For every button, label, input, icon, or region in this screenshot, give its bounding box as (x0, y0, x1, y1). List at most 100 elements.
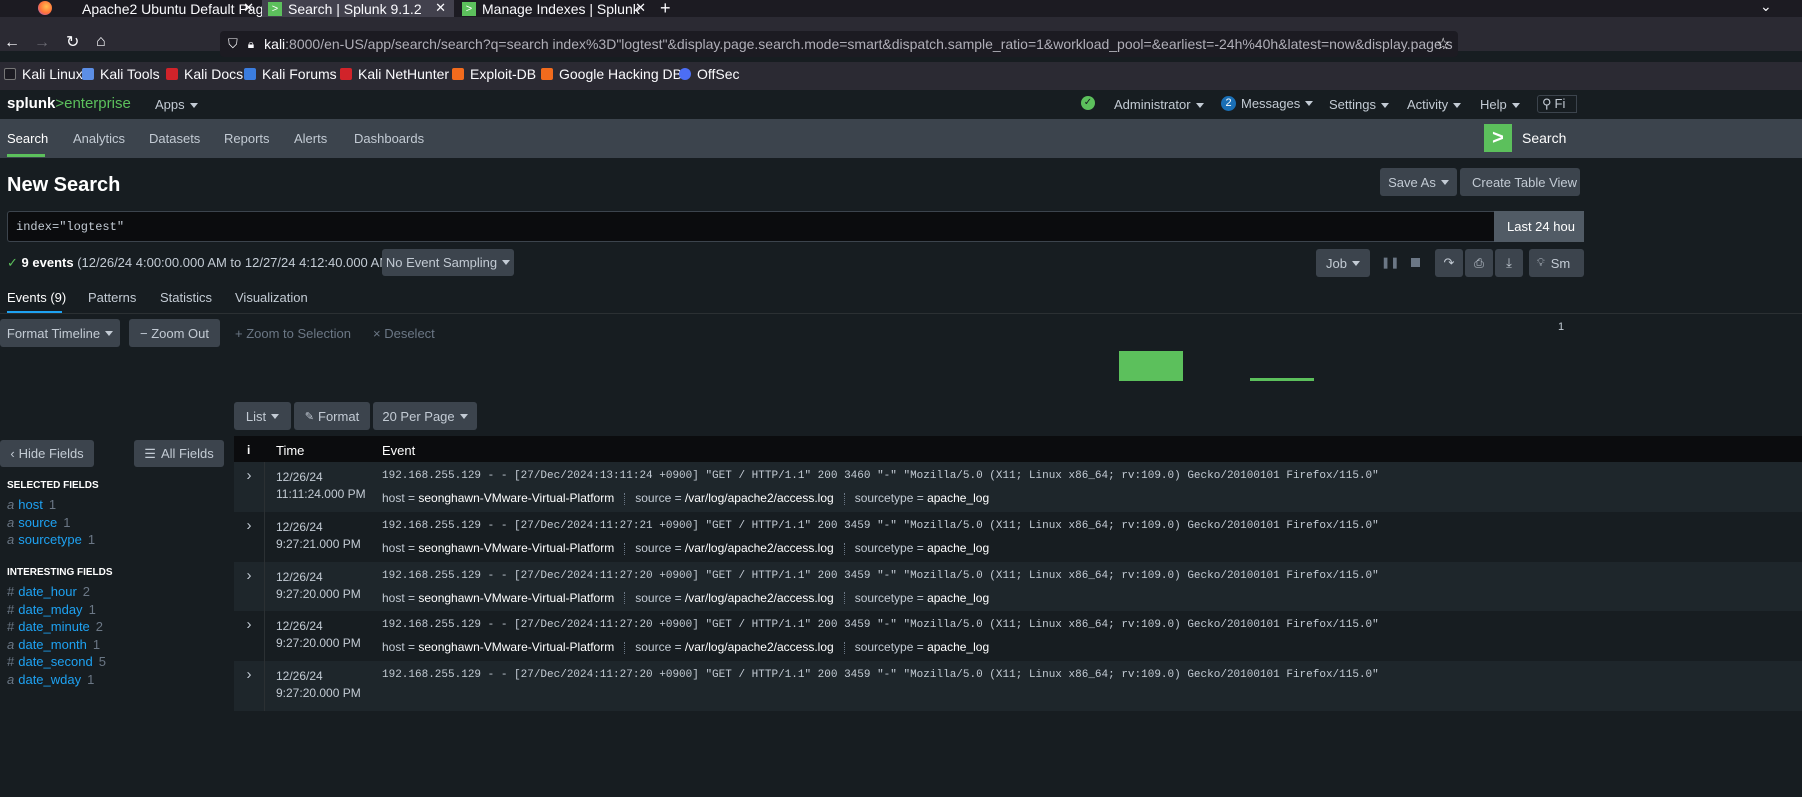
per-page-dropdown[interactable]: 20 Per Page (373, 402, 477, 430)
bookmark-kali-tools[interactable]: Kali Tools (82, 66, 160, 82)
field-item[interactable]: # date_minute 2 (7, 619, 103, 634)
field-item[interactable]: a date_wday 1 (7, 672, 94, 687)
user-menu[interactable]: Administrator (1114, 97, 1204, 112)
browser-tab-indexes[interactable]: > Manage Indexes | Splunk ✕ (456, 0, 654, 17)
field-name[interactable]: date_minute (18, 619, 90, 634)
time-range-picker[interactable]: Last 24 hou (1494, 211, 1584, 242)
zoom-to-selection-button[interactable]: + Zoom to Selection (235, 326, 351, 341)
field-name[interactable]: source (18, 515, 57, 530)
tab-list-chevron-icon[interactable]: ⌄ (1760, 0, 1772, 15)
bookmark-star-icon[interactable]: ☆ (1436, 34, 1450, 54)
deselect-button[interactable]: × Deselect (373, 326, 435, 341)
column-header-event[interactable]: Event (382, 443, 415, 458)
browser-tab-apache[interactable]: Apache2 Ubuntu Default Pag ✕ (62, 0, 262, 17)
tab-reports[interactable]: Reports (224, 131, 270, 146)
bookmark-kali-nethunter[interactable]: Kali NetHunter (340, 66, 449, 82)
tab-analytics[interactable]: Analytics (73, 131, 125, 146)
splunk-logo[interactable]: splunk>enterprise (7, 95, 131, 112)
tab-visualization[interactable]: Visualization (235, 290, 308, 305)
tab-dashboards[interactable]: Dashboards (354, 131, 424, 146)
url-bar[interactable]: ⛉ 🔒︎ kali:8000/en-US/app/search/search?q… (220, 31, 1458, 57)
field-item[interactable]: # date_mday 1 (7, 602, 96, 617)
help-menu[interactable]: Help (1480, 97, 1520, 112)
find-search[interactable]: ⚲ Fi (1537, 95, 1577, 113)
field-item[interactable]: a source 1 (7, 515, 71, 530)
hide-fields-button[interactable]: ‹ Hide Fields (0, 440, 94, 467)
bookmark-kali-docs[interactable]: Kali Docs (166, 66, 243, 82)
field-name[interactable]: date_wday (18, 672, 81, 687)
close-icon[interactable]: ✕ (243, 0, 254, 16)
share-button[interactable]: ↷ (1435, 249, 1463, 277)
meta-value[interactable]: /var/log/apache2/access.log (685, 541, 834, 555)
tab-datasets[interactable]: Datasets (149, 131, 200, 146)
meta-value[interactable]: /var/log/apache2/access.log (685, 640, 834, 654)
meta-value[interactable]: seonghawn-VMware-Virtual-Platform (418, 541, 614, 555)
timeline-bar[interactable] (1119, 351, 1183, 381)
save-as-button[interactable]: Save As (1380, 168, 1457, 196)
stop-icon[interactable] (1411, 258, 1420, 267)
close-icon[interactable]: ✕ (635, 0, 646, 16)
reload-icon[interactable]: ↻ (66, 34, 79, 52)
bookmark-offsec[interactable]: OffSec (679, 66, 740, 82)
job-menu[interactable]: Job (1316, 249, 1370, 277)
field-name[interactable]: date_month (18, 637, 87, 652)
back-icon[interactable]: ← (4, 34, 20, 52)
home-icon[interactable]: ⌂ (96, 33, 106, 51)
pause-icon[interactable]: ❚❚ (1381, 256, 1399, 269)
apps-menu[interactable]: Apps (155, 97, 198, 112)
field-name[interactable]: date_hour (18, 584, 77, 599)
firefox-icon[interactable] (38, 1, 52, 15)
timeline-bar[interactable] (1250, 378, 1314, 381)
messages-menu[interactable]: 2 Messages (1221, 96, 1314, 111)
tab-search[interactable]: Search (7, 131, 48, 146)
expand-row-icon[interactable]: › (234, 661, 265, 712)
column-header-time[interactable]: Time (276, 443, 304, 458)
meta-value[interactable]: apache_log (927, 591, 989, 605)
search-input[interactable]: index="logtest" (7, 211, 1495, 242)
meta-value[interactable]: seonghawn-VMware-Virtual-Platform (418, 491, 614, 505)
format-button[interactable]: ✎ Format (294, 402, 370, 430)
expand-row-icon[interactable]: › (234, 511, 265, 562)
meta-value[interactable]: /var/log/apache2/access.log (685, 491, 834, 505)
field-name[interactable]: sourcetype (18, 532, 82, 547)
tab-alerts[interactable]: Alerts (294, 131, 327, 146)
expand-row-icon[interactable]: › (234, 462, 265, 512)
tab-patterns[interactable]: Patterns (88, 290, 136, 305)
bookmark-google-hacking-db[interactable]: Google Hacking DB (541, 66, 682, 82)
bookmark-kali-forums[interactable]: Kali Forums (244, 66, 337, 82)
tab-events[interactable]: Events (9) (7, 290, 66, 305)
field-item[interactable]: a date_month 1 (7, 637, 100, 652)
field-name[interactable]: host (18, 497, 43, 512)
field-item[interactable]: # date_second 5 (7, 654, 106, 669)
expand-row-icon[interactable]: › (234, 561, 265, 612)
meta-value[interactable]: seonghawn-VMware-Virtual-Platform (418, 640, 614, 654)
zoom-out-button[interactable]: − Zoom Out (129, 319, 220, 347)
meta-value[interactable]: seonghawn-VMware-Virtual-Platform (418, 591, 614, 605)
tab-statistics[interactable]: Statistics (160, 290, 212, 305)
format-timeline-button[interactable]: Format Timeline (0, 319, 120, 347)
search-mode-button[interactable]: 💡︎ Sm (1529, 249, 1584, 277)
meta-value[interactable]: apache_log (927, 491, 989, 505)
field-item[interactable]: # date_hour 2 (7, 584, 90, 599)
browser-tab-search[interactable]: > Search | Splunk 9.1.2 ✕ (262, 0, 454, 17)
create-table-view-button[interactable]: Create Table View (1460, 168, 1580, 196)
event-sampling-dropdown[interactable]: No Event Sampling (382, 249, 514, 276)
expand-row-icon[interactable]: › (234, 611, 265, 662)
bookmark-kali-linux[interactable]: Kali Linux (4, 66, 83, 82)
meta-value[interactable]: apache_log (927, 640, 989, 654)
activity-menu[interactable]: Activity (1407, 97, 1462, 112)
meta-value[interactable]: apache_log (927, 541, 989, 555)
export-button[interactable]: ⤓ (1495, 249, 1523, 277)
field-name[interactable]: date_second (18, 654, 92, 669)
new-tab-button[interactable]: + (660, 0, 671, 17)
bookmark-exploit-db[interactable]: Exploit-DB (452, 66, 536, 82)
column-header-info[interactable]: i (247, 443, 250, 457)
close-icon[interactable]: ✕ (435, 0, 446, 16)
list-view-dropdown[interactable]: List (234, 402, 291, 430)
meta-value[interactable]: /var/log/apache2/access.log (685, 591, 834, 605)
health-ok-icon[interactable]: ✓ (1081, 96, 1095, 110)
print-button[interactable]: ⎙ (1465, 249, 1493, 277)
field-name[interactable]: date_mday (18, 602, 82, 617)
settings-menu[interactable]: Settings (1329, 97, 1389, 112)
field-item[interactable]: a host 1 (7, 497, 56, 512)
